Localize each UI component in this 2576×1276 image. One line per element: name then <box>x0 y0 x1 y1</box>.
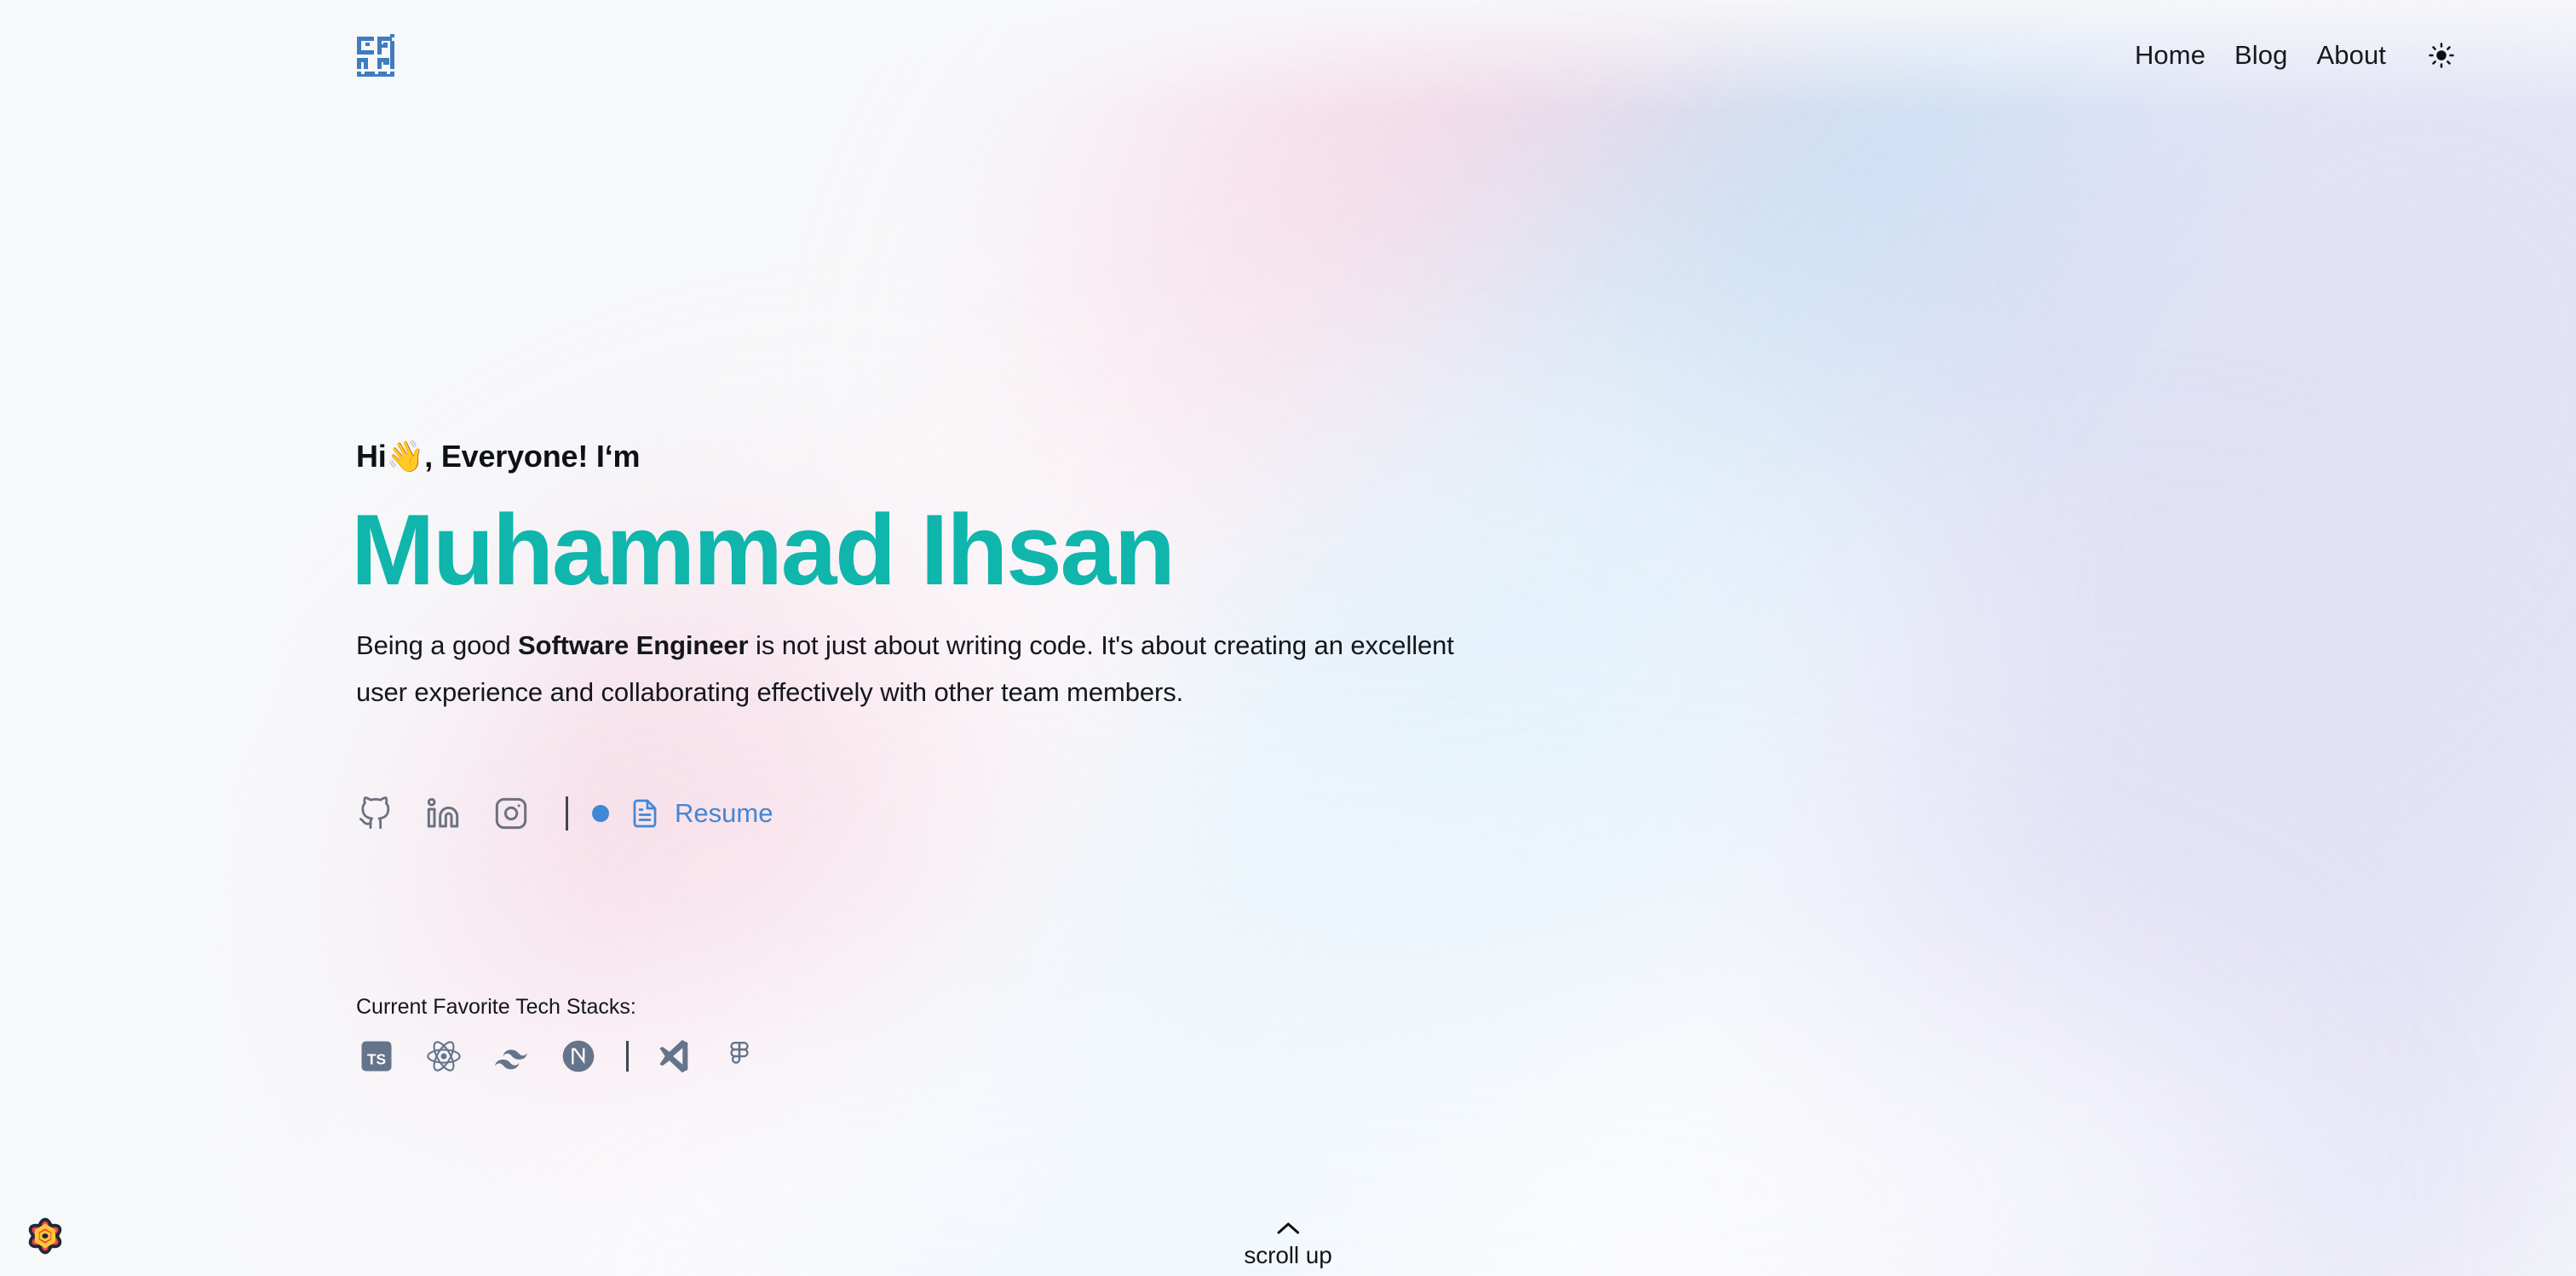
sun-icon <box>2429 43 2454 68</box>
nav-link-home[interactable]: Home <box>2120 40 2220 71</box>
nav-link-about[interactable]: About <box>2302 40 2401 71</box>
linkedin-icon <box>427 797 459 828</box>
theme-toggle-button[interactable] <box>2423 37 2460 74</box>
nextjs-glyph <box>562 1040 595 1072</box>
document-icon <box>633 799 657 828</box>
resume-label: Resume <box>675 798 773 828</box>
github-link[interactable] <box>351 790 399 837</box>
vscode-icon[interactable] <box>649 1033 695 1079</box>
greeting-suffix: , Everyone! I‘m <box>424 439 641 474</box>
instagram-link[interactable] <box>487 790 535 837</box>
react-query-devtools-button[interactable] <box>17 1208 73 1264</box>
tailwindcss-icon[interactable] <box>488 1033 534 1079</box>
brand-logo-link[interactable] <box>356 33 395 78</box>
react-icon[interactable] <box>421 1033 467 1079</box>
description-part-1: Being a good <box>356 630 519 660</box>
tailwind-glyph <box>494 1049 528 1070</box>
social-divider <box>566 796 568 831</box>
description-highlight: Software Engineer <box>518 630 749 660</box>
scroll-up-button[interactable]: scroll up <box>1244 1220 1332 1269</box>
figma-glyph <box>730 1041 749 1064</box>
typescript-glyph: TS <box>361 1041 392 1072</box>
chevron-up-icon <box>1277 1222 1299 1234</box>
greeting-prefix: Hi <box>356 439 387 474</box>
nextjs-icon[interactable] <box>555 1033 601 1079</box>
main-nav: Home Blog About <box>2120 37 2460 74</box>
page-title: Muhammad Ihsan <box>351 494 1176 606</box>
tech-divider <box>626 1041 629 1072</box>
react-query-flower-icon <box>28 1217 62 1255</box>
resume-link[interactable]: Resume <box>630 798 773 829</box>
waving-hand-emoji: 👋 <box>386 439 425 474</box>
tech-stacks-section: Current Favorite Tech Stacks: TS <box>356 995 784 1081</box>
hero-greeting: Hi👋, Everyone! I‘m <box>356 439 641 474</box>
nav-link-blog[interactable]: Blog <box>2220 40 2302 71</box>
kufic-monogram-logo <box>357 34 394 77</box>
tech-stacks-label: Current Favorite Tech Stacks: <box>356 995 636 1019</box>
hero-description: Being a good Software Engineer is not ju… <box>356 622 1489 716</box>
svg-text:TS: TS <box>367 1050 386 1067</box>
social-links-row: Resume <box>356 788 773 839</box>
vscode-glyph <box>659 1039 688 1073</box>
github-icon <box>359 796 390 830</box>
tech-stacks-icons: TS <box>356 1032 784 1081</box>
scroll-up-label: scroll up <box>1244 1242 1332 1268</box>
instagram-icon <box>495 797 527 830</box>
typescript-icon[interactable]: TS <box>354 1033 400 1079</box>
linkedin-link[interactable] <box>419 790 467 837</box>
figma-icon[interactable] <box>716 1033 762 1079</box>
react-glyph <box>427 1041 461 1072</box>
site-header: Home Blog About <box>0 0 2576 111</box>
status-dot <box>592 805 609 822</box>
